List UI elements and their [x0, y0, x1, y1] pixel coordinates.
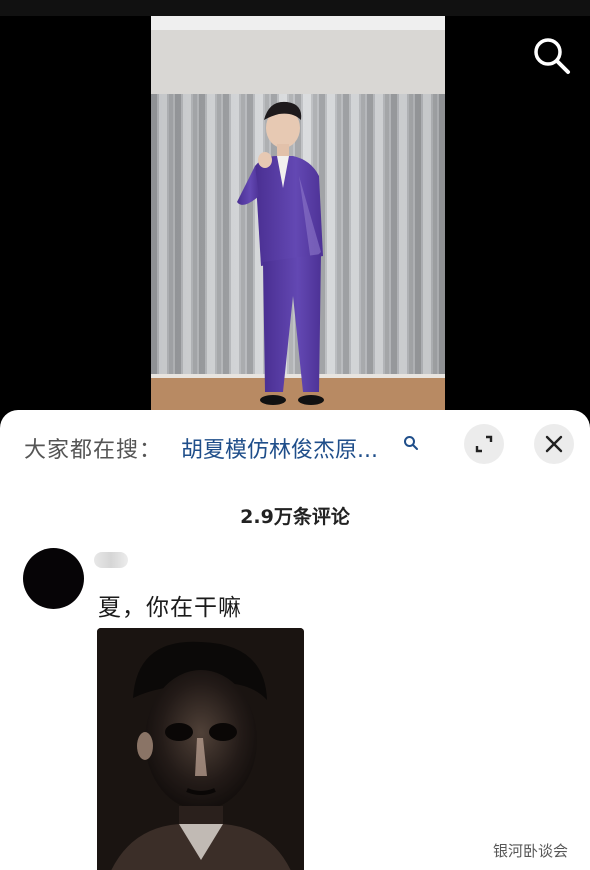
search-icon: [534, 38, 570, 74]
status-bar: [0, 0, 590, 16]
close-icon: [545, 435, 563, 453]
comment-count: 2.9万条评论: [240, 506, 350, 528]
close-button[interactable]: [534, 424, 574, 464]
trending-search-term[interactable]: 胡夏模仿林俊杰原...: [181, 432, 401, 464]
video-frame: [151, 16, 445, 410]
username-blurred[interactable]: [94, 552, 128, 568]
video-still: [151, 16, 445, 410]
comment-image[interactable]: [97, 628, 304, 870]
comment-text: 夏，你在干嘛: [98, 595, 242, 621]
expand-icon: [475, 435, 493, 453]
avatar[interactable]: [23, 548, 84, 609]
video-player[interactable]: [0, 0, 590, 410]
portrait-image: [97, 628, 304, 870]
comment-item: 夏，你在干嘛: [0, 548, 590, 870]
search-icon: [404, 436, 418, 450]
watermark: 银河卧谈会: [493, 842, 569, 860]
expand-button[interactable]: [464, 424, 504, 464]
search-button[interactable]: [530, 34, 572, 76]
trending-search-label: 大家都在搜：: [24, 438, 163, 463]
trending-search-row: 大家都在搜： 胡夏模仿林俊杰原...: [0, 424, 590, 468]
comments-sheet: 大家都在搜： 胡夏模仿林俊杰原... 2.9万条评论 夏，你在干嘛 银河卧谈会: [0, 410, 590, 870]
